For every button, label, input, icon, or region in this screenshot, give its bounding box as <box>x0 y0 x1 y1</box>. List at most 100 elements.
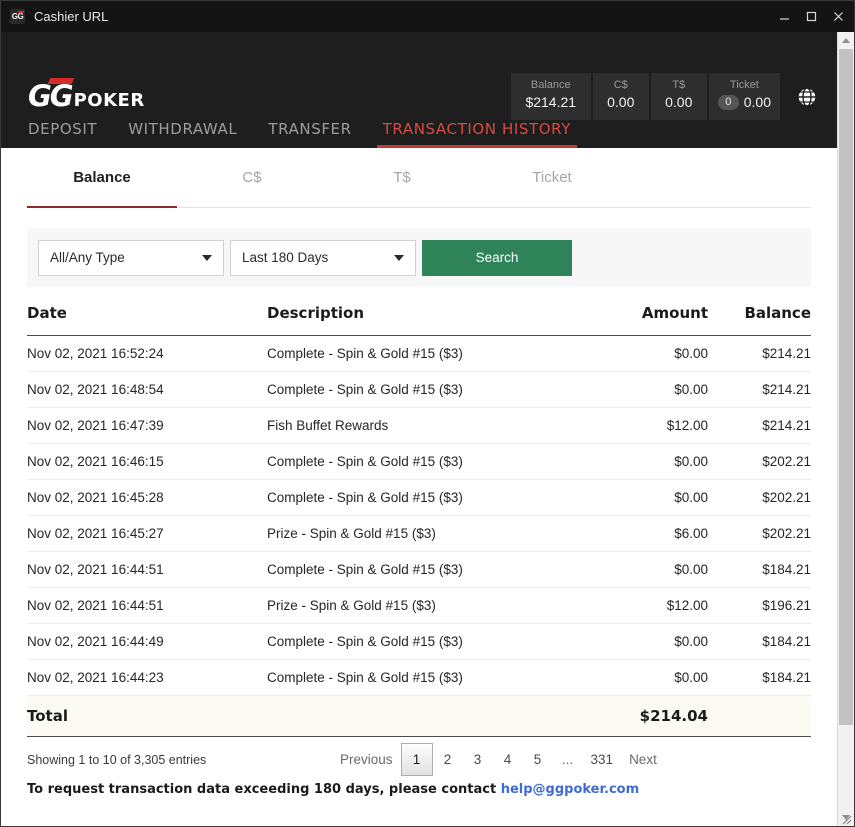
gg-app-icon: GG <box>10 9 25 24</box>
total-label: Total <box>27 695 267 737</box>
table-row: Nov 02, 2021 16:46:15 Complete - Spin & … <box>27 443 811 480</box>
showing-entries-text: Showing 1 to 10 of 3,305 entries <box>27 752 207 767</box>
cell-date: Nov 02, 2021 16:44:51 <box>27 551 267 588</box>
cdollar-label: C$ <box>613 79 628 91</box>
main-navigation: DEPOSIT WITHDRAWAL TRANSFER TRANSACTION … <box>28 104 578 148</box>
cell-description: Complete - Spin & Gold #15 ($3) <box>267 443 578 480</box>
column-header-date[interactable]: Date <box>27 304 267 336</box>
table-header: Date Description Amount Balance <box>27 304 811 336</box>
currency-subtabs: Balance C$ T$ Ticket <box>27 148 811 208</box>
pagination-page-2[interactable]: 2 <box>433 743 463 776</box>
table-body: Nov 02, 2021 16:52:24 Complete - Spin & … <box>27 335 811 737</box>
cell-balance: $214.21 <box>708 407 811 444</box>
cell-date: Nov 02, 2021 16:45:28 <box>27 479 267 516</box>
cell-date: Nov 02, 2021 16:48:54 <box>27 371 267 408</box>
table-row: Nov 02, 2021 16:44:51 Prize - Spin & Gol… <box>27 587 811 624</box>
column-header-balance[interactable]: Balance <box>708 304 811 336</box>
cell-amount: $12.00 <box>578 587 708 624</box>
logo-red-stripe <box>47 78 74 84</box>
cell-description: Complete - Spin & Gold #15 ($3) <box>267 371 578 408</box>
cell-description: Complete - Spin & Gold #15 ($3) <box>267 551 578 588</box>
pagination-controls: Previous 1 2 3 4 5 ... 331 Next <box>332 743 665 776</box>
support-email-link[interactable]: help@ggpoker.com <box>501 782 639 797</box>
nav-item-transaction-history[interactable]: TRANSACTION HISTORY <box>376 120 578 148</box>
app-icon-text: GG <box>11 11 24 21</box>
column-header-description[interactable]: Description <box>267 304 578 336</box>
pagination-ellipsis: ... <box>561 752 574 767</box>
cell-description: Prize - Spin & Gold #15 ($3) <box>267 515 578 552</box>
cell-amount: $12.00 <box>578 407 708 444</box>
cell-date: Nov 02, 2021 16:45:27 <box>27 515 267 552</box>
scroll-up-icon[interactable] <box>837 32 854 49</box>
date-range-select[interactable]: Last 180 Days <box>230 239 416 276</box>
balance-box-tdollar[interactable]: T$ 0.00 <box>650 73 707 120</box>
ticket-value-wrap: 0 0.00 <box>717 92 771 112</box>
nav-item-transfer[interactable]: TRANSFER <box>268 120 351 148</box>
cell-description: Complete - Spin & Gold #15 ($3) <box>267 479 578 516</box>
cell-date: Nov 02, 2021 16:46:15 <box>27 443 267 480</box>
cell-description: Complete - Spin & Gold #15 ($3) <box>267 623 578 660</box>
cell-description: Prize - Spin & Gold #15 ($3) <box>267 587 578 624</box>
subtab-balance[interactable]: Balance <box>27 148 177 208</box>
brand-header: GG POKER Balance $214.21 C$ 0.00 T$ 0.00… <box>1 32 837 148</box>
subtab-ticket[interactable]: Ticket <box>477 148 627 207</box>
window-controls <box>771 1 852 32</box>
table-row: Nov 02, 2021 16:45:28 Complete - Spin & … <box>27 479 811 516</box>
pagination-page-331[interactable]: 331 <box>583 743 622 776</box>
page-content: GG POKER Balance $214.21 C$ 0.00 T$ 0.00… <box>1 32 837 826</box>
table-row: Nov 02, 2021 16:44:23 Complete - Spin & … <box>27 659 811 696</box>
pagination-page-3[interactable]: 3 <box>463 743 493 776</box>
table-header-row: Date Description Amount Balance <box>27 304 811 336</box>
maximize-icon[interactable] <box>798 1 825 32</box>
cell-date: Nov 02, 2021 16:44:49 <box>27 623 267 660</box>
nav-item-deposit[interactable]: DEPOSIT <box>28 120 97 148</box>
cell-balance: $202.21 <box>708 515 811 552</box>
subtab-tdollar[interactable]: T$ <box>327 148 477 207</box>
cell-amount: $6.00 <box>578 515 708 552</box>
cell-balance: $184.21 <box>708 551 811 588</box>
cell-balance: $214.21 <box>708 371 811 408</box>
cell-balance: $202.21 <box>708 479 811 516</box>
cdollar-value: 0.00 <box>607 94 635 110</box>
pagination-previous[interactable]: Previous <box>332 743 401 776</box>
cell-description: Fish Buffet Rewards <box>267 407 578 444</box>
ticket-count-badge: 0 <box>717 94 739 110</box>
pagination-row: Showing 1 to 10 of 3,305 entries Previou… <box>27 737 811 782</box>
table-row: Nov 02, 2021 16:44:49 Complete - Spin & … <box>27 623 811 660</box>
total-balance <box>708 695 811 737</box>
transaction-type-select[interactable]: All/Any Type <box>38 239 224 276</box>
minimize-icon[interactable] <box>771 1 798 32</box>
subtab-cdollar[interactable]: C$ <box>177 148 327 207</box>
pagination-next[interactable]: Next <box>621 743 665 776</box>
pagination-page-5[interactable]: 5 <box>523 743 553 776</box>
search-button[interactable]: Search <box>422 239 572 276</box>
cell-date: Nov 02, 2021 16:44:51 <box>27 587 267 624</box>
total-amount: $214.04 <box>578 695 708 737</box>
nav-item-withdrawal[interactable]: WITHDRAWAL <box>128 120 237 148</box>
balance-box-ticket[interactable]: Ticket 0 0.00 <box>708 73 780 120</box>
cell-balance: $184.21 <box>708 659 811 696</box>
pagination-page-4[interactable]: 4 <box>493 743 523 776</box>
cell-amount: $0.00 <box>578 443 708 480</box>
scroll-down-icon[interactable] <box>837 809 854 826</box>
window-title: Cashier URL <box>34 9 109 24</box>
filter-bar: All/Any Type Last 180 Days Search <box>27 228 811 287</box>
column-header-amount[interactable]: Amount <box>578 304 708 336</box>
transactions-table: Date Description Amount Balance Nov 02, … <box>27 304 811 737</box>
window-titlebar[interactable]: GG Cashier URL <box>1 1 854 32</box>
close-icon[interactable] <box>825 1 852 32</box>
table-total-row: Total $214.04 <box>27 695 811 737</box>
date-range-value: Last 180 Days <box>242 250 329 265</box>
cell-balance: $184.21 <box>708 623 811 660</box>
cell-amount: $0.00 <box>578 371 708 408</box>
scrollbar-thumb[interactable] <box>838 49 853 726</box>
balance-box-cdollar[interactable]: C$ 0.00 <box>592 73 649 120</box>
pagination-page-1[interactable]: 1 <box>400 743 433 776</box>
ticket-value: 0.00 <box>743 94 771 110</box>
vertical-scrollbar[interactable] <box>837 32 854 826</box>
cell-amount: $0.00 <box>578 623 708 660</box>
table-row: Nov 02, 2021 16:45:27 Prize - Spin & Gol… <box>27 515 811 552</box>
globe-icon[interactable] <box>796 86 818 108</box>
table-row: Nov 02, 2021 16:48:54 Complete - Spin & … <box>27 371 811 408</box>
scrollbar-track[interactable] <box>837 49 854 809</box>
